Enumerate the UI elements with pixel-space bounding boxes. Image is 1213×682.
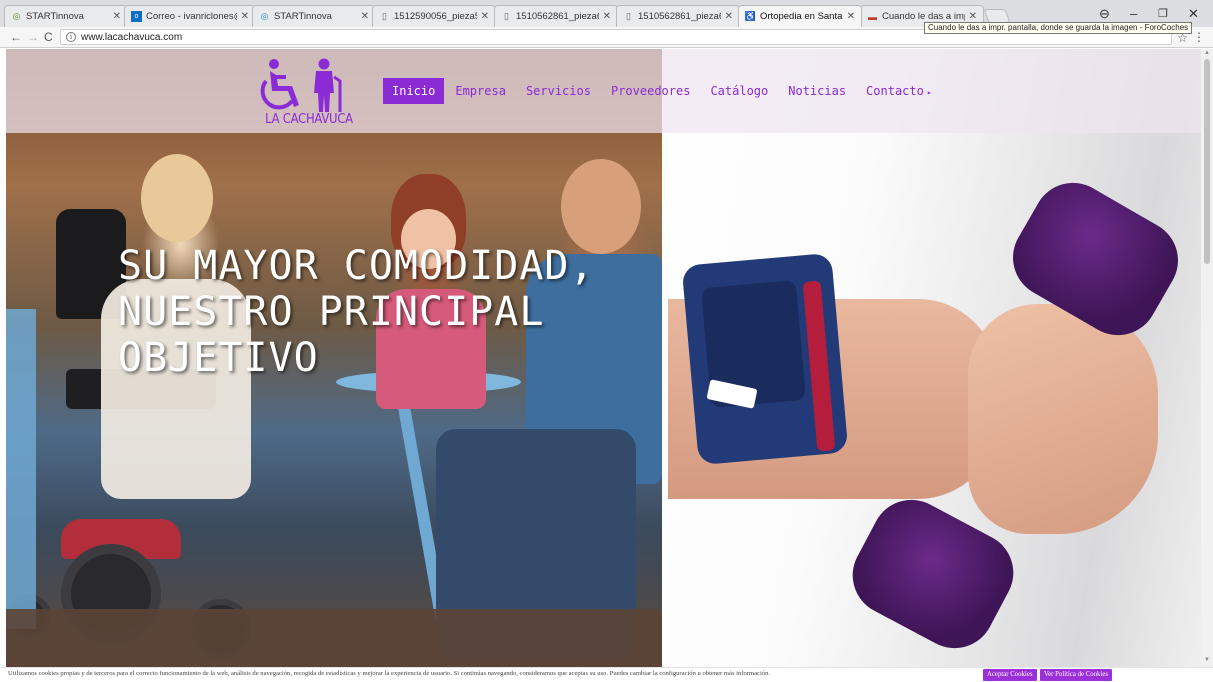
- cookie-policy-button[interactable]: Ver Política de Cookies: [1040, 669, 1112, 681]
- menu-item-proveedores[interactable]: Proveedores: [602, 78, 699, 104]
- close-tab-icon[interactable]: ✕: [725, 11, 733, 22]
- page-scrollbar[interactable]: ▲ ▼: [1201, 49, 1213, 667]
- browser-tab[interactable]: ◎ STARTinnova ✕: [4, 5, 128, 27]
- globe-icon: ◎: [12, 11, 21, 21]
- back-arrow-icon[interactable]: ←: [10, 30, 22, 44]
- forward-arrow-icon[interactable]: →: [27, 30, 39, 44]
- close-tab-icon[interactable]: ✕: [603, 11, 611, 22]
- menu-item-noticias[interactable]: Noticias: [779, 78, 855, 104]
- browser-tab[interactable]: ▯ 1512590056_pieza5_tafa ✕: [372, 5, 496, 27]
- hero-photo-wrist-support: [668, 49, 1201, 667]
- cookie-bar: Utilizamos cookies propias y de terceros…: [0, 667, 1213, 682]
- new-tab-button[interactable]: [983, 9, 1011, 23]
- close-tab-icon[interactable]: ✕: [361, 11, 369, 22]
- close-window-icon[interactable]: ✕: [1188, 6, 1199, 22]
- browser-tab[interactable]: o Correo - ivanriclones@l ✕: [124, 5, 256, 27]
- hero-headline: SU MAYOR COMODIDAD, NUESTRO PRINCIPAL OB…: [118, 243, 638, 381]
- restore-icon[interactable]: ❐: [1158, 7, 1168, 20]
- accept-cookies-button[interactable]: Aceptar Cookies: [983, 669, 1037, 681]
- wheelchair-icon: ♿: [744, 11, 757, 21]
- menu-item-inicio[interactable]: Inicio: [383, 78, 445, 104]
- headline-line: SU MAYOR COMODIDAD,: [118, 243, 595, 289]
- document-icon: ▯: [382, 11, 387, 21]
- headline-line: OBJETIVO: [118, 335, 319, 381]
- tab-title: Ortopedia en Santander: [760, 11, 843, 22]
- main-menu: Inicio Empresa Servicios Proveedores Cat…: [383, 77, 943, 105]
- headline-line: NUESTRO PRINCIPAL: [118, 289, 545, 335]
- tab-title: Correo - ivanriclones@l: [146, 11, 237, 22]
- reload-icon[interactable]: C: [44, 30, 53, 44]
- tab-title: STARTinnova: [26, 11, 84, 22]
- menu-item-catalogo[interactable]: Catálogo: [701, 78, 777, 104]
- scroll-down-icon[interactable]: ▼: [1204, 657, 1210, 663]
- browser-menu-icon[interactable]: ⋮: [1193, 30, 1205, 44]
- browser-tab[interactable]: ◎ STARTinnova ✕: [252, 5, 376, 27]
- account-icon[interactable]: ⊖: [1099, 6, 1110, 22]
- caret-right-icon: ▸: [926, 88, 932, 97]
- scroll-thumb[interactable]: [1204, 59, 1210, 264]
- close-tab-icon[interactable]: ✕: [481, 11, 489, 22]
- address-url: www.lacachavuca.com: [81, 31, 183, 43]
- document-icon: ▯: [626, 11, 631, 21]
- cookie-notice-text: Utilizamos cookies propias y de terceros…: [8, 670, 771, 677]
- tab-title: STARTinnova: [274, 11, 332, 22]
- browser-tab-active[interactable]: ♿ Ortopedia en Santander ✕: [738, 5, 862, 27]
- scroll-up-icon[interactable]: ▲: [1204, 50, 1210, 56]
- close-tab-icon[interactable]: ✕: [969, 11, 977, 22]
- tab-title: 1512590056_pieza5_tafa: [394, 11, 477, 22]
- info-icon[interactable]: i: [66, 32, 76, 42]
- tab-title: Cuando le das a impr. p: [882, 11, 965, 22]
- tab-title: 1510562861_pieza6_tafa: [638, 11, 721, 22]
- tab-tooltip: Cuando le das a impr. pantalla, donde se…: [924, 22, 1193, 34]
- menu-item-contacto[interactable]: Contacto ▸: [857, 78, 941, 104]
- forum-icon: ▬: [868, 11, 877, 22]
- globe-icon: ◎: [260, 11, 269, 21]
- logo-text[interactable]: LA CACHAVUCA: [262, 111, 357, 127]
- close-tab-icon[interactable]: ✕: [241, 11, 249, 22]
- document-icon: ▯: [504, 11, 509, 21]
- menu-item-servicios[interactable]: Servicios: [517, 78, 600, 104]
- menu-item-empresa[interactable]: Empresa: [446, 78, 515, 104]
- browser-tab[interactable]: ▯ 1510562861_pieza6_tafa ✕: [616, 5, 740, 27]
- close-tab-icon[interactable]: ✕: [113, 11, 121, 22]
- menu-item-label: Contacto: [866, 84, 924, 98]
- web-page: LA CACHAVUCA Inicio Empresa Servicios Pr…: [6, 49, 1201, 667]
- browser-tab[interactable]: ▯ 1510562861_pieza6_tafa ✕: [494, 5, 618, 27]
- close-tab-icon[interactable]: ✕: [847, 11, 855, 22]
- minimize-icon[interactable]: –: [1130, 6, 1137, 21]
- tab-title: 1510562861_pieza6_tafa: [516, 11, 599, 22]
- mail-icon: o: [131, 11, 142, 22]
